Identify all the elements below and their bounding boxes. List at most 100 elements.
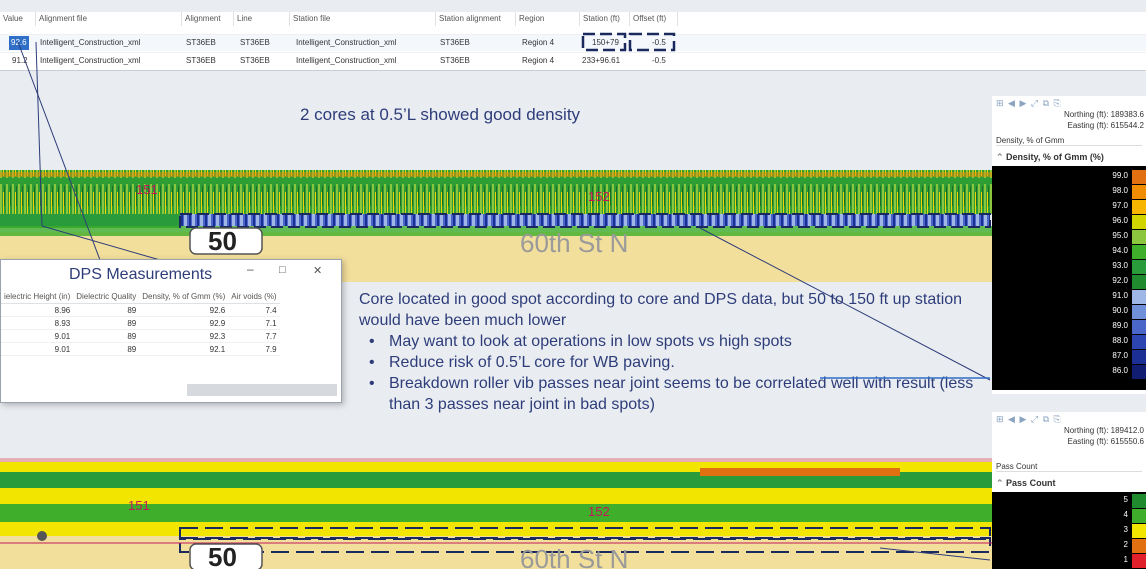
- alignment-file-cell[interactable]: Intelligent_Construction_xml: [40, 54, 141, 68]
- legend-label: 90.0: [1112, 306, 1128, 315]
- legend-item: 94.0: [992, 245, 1146, 259]
- legend-title[interactable]: ⌃ Density, % of Gmm (%): [996, 152, 1104, 163]
- region-cell[interactable]: Region 4: [522, 54, 554, 68]
- station-label: 151: [128, 498, 150, 513]
- col-region[interactable]: Region: [516, 12, 580, 26]
- minimize-button[interactable]: –: [247, 262, 254, 276]
- legend-item: 92.0: [992, 275, 1146, 289]
- legend-label: 96.0: [1112, 216, 1128, 225]
- station-file-cell[interactable]: Intelligent_Construction_xml: [296, 54, 397, 68]
- legend-label: 86.0: [1112, 366, 1128, 375]
- legend-item: 5: [992, 494, 1146, 508]
- legend-swatch: [1132, 245, 1146, 259]
- alignment-cell[interactable]: ST36EB: [186, 36, 216, 50]
- col-offset[interactable]: Offset (ft): [630, 12, 678, 26]
- dps-measurements-window[interactable]: DPS Measurements – □ ✕ ielectric Height …: [0, 259, 342, 403]
- legend-swatch: [1132, 260, 1146, 274]
- legend-label: 1: [1123, 555, 1128, 564]
- table-row[interactable]: 8.93 89 92.9 7.1: [1, 316, 280, 330]
- legend-label: 4: [1123, 510, 1128, 519]
- collapse-icon[interactable]: ⌃: [996, 152, 1006, 162]
- alignment-cell[interactable]: ST36EB: [186, 54, 216, 68]
- legend-label: 95.0: [1112, 231, 1128, 240]
- annotation-box: Core located in good spot according to c…: [355, 287, 983, 417]
- legend-ramp: 5 4 3 2 1: [992, 492, 1146, 569]
- window-title: DPS Measurements: [69, 266, 213, 283]
- toolbar-icons[interactable]: ⊞ ◀ ▶ ⤢ ⧉ ⎘: [996, 414, 1062, 425]
- legend-swatch: [1132, 230, 1146, 244]
- legend-swatch: [1132, 509, 1146, 523]
- value-cell[interactable]: 92.6: [9, 36, 29, 50]
- legend-item: 96.0: [992, 215, 1146, 229]
- highlight-box: [581, 32, 676, 52]
- annotation-bullet: • Breakdown roller vib passes near joint …: [369, 375, 974, 413]
- legend-item: 89.0: [992, 320, 1146, 334]
- collapse-icon[interactable]: ⌃: [996, 478, 1006, 488]
- col-station[interactable]: Station (ft): [580, 12, 630, 26]
- annotation-bullet: • Reduce risk of 0.5’L core for WB paving…: [369, 354, 675, 371]
- col-alignment-file[interactable]: Alignment file: [36, 12, 182, 26]
- table-row[interactable]: 9.01 89 92.3 7.7: [1, 329, 280, 343]
- easting-readout: Easting (ft): 615550.6: [1067, 437, 1145, 446]
- legend-item: 99.0: [992, 170, 1146, 184]
- legend-item: 1: [992, 554, 1146, 568]
- legend-label: 3: [1123, 525, 1128, 534]
- legend-swatch: [1132, 275, 1146, 289]
- legend-label: 5: [1123, 495, 1128, 504]
- pass-count-legend-panel: ⊞ ◀ ▶ ⤢ ⧉ ⎘ Northing (ft): 189412.0 East…: [992, 412, 1146, 569]
- legend-swatch: [1132, 494, 1146, 508]
- col-air-voids[interactable]: Air voids (%): [228, 290, 280, 304]
- station-alignment-cell[interactable]: ST36EB: [440, 36, 470, 50]
- value-cell[interactable]: 91.2: [12, 54, 28, 68]
- layer-dropdown[interactable]: Pass Count: [996, 462, 1142, 472]
- maximize-button[interactable]: □: [279, 264, 286, 276]
- table-row[interactable]: 8.96 89 92.6 7.4: [1, 303, 280, 317]
- layer-dropdown[interactable]: Density, % of Gmm: [996, 136, 1142, 146]
- horizontal-scrollbar[interactable]: [187, 384, 337, 396]
- col-station-alignment[interactable]: Station alignment: [436, 12, 516, 26]
- col-line[interactable]: Line: [234, 12, 290, 26]
- legend-item: 88.0: [992, 335, 1146, 349]
- col-station-file[interactable]: Station file: [290, 12, 436, 26]
- close-button[interactable]: ✕: [313, 264, 322, 277]
- table-row[interactable]: 91.2 Intelligent_Construction_xml ST36EB…: [0, 52, 1146, 69]
- legend-item: 97.0: [992, 200, 1146, 214]
- station-label: 152: [588, 189, 610, 204]
- legend-swatch: [1132, 320, 1146, 334]
- station-label: 152: [588, 504, 610, 519]
- legend-item: 3: [992, 524, 1146, 538]
- legend-label: 98.0: [1112, 186, 1128, 195]
- legend-swatch: [1132, 185, 1146, 199]
- line-cell[interactable]: ST36EB: [240, 54, 270, 68]
- legend-item: 95.0: [992, 230, 1146, 244]
- station-file-cell[interactable]: Intelligent_Construction_xml: [296, 36, 397, 50]
- legend-item: 90.0: [992, 305, 1146, 319]
- legend-label: 94.0: [1112, 246, 1128, 255]
- col-dielectric-height[interactable]: ielectric Height (in): [1, 290, 74, 304]
- measurements-grid: Value Alignment file Alignment Line Stat…: [0, 12, 1146, 71]
- legend-swatch: [1132, 350, 1146, 364]
- alignment-file-cell[interactable]: Intelligent_Construction_xml: [40, 36, 141, 50]
- annotation-bullet: • May want to look at operations in low s…: [369, 333, 792, 350]
- line-cell[interactable]: ST36EB: [240, 36, 270, 50]
- legend-swatch: [1132, 335, 1146, 349]
- dps-table: ielectric Height (in) Dielectric Quality…: [1, 290, 280, 356]
- legend-title[interactable]: ⌃ Pass Count: [996, 478, 1056, 489]
- legend-item: 93.0: [992, 260, 1146, 274]
- region-cell[interactable]: Region 4: [522, 36, 554, 50]
- pass-count-map[interactable]: 151 152 50 60th St N: [0, 410, 992, 569]
- col-alignment[interactable]: Alignment: [182, 12, 234, 26]
- legend-item: 87.0: [992, 350, 1146, 364]
- headline: 2 cores at 0.5’L showed good density: [300, 105, 581, 124]
- table-row[interactable]: 92.6 Intelligent_Construction_xml ST36EB…: [0, 34, 1146, 51]
- legend-label: 88.0: [1112, 336, 1128, 345]
- table-row[interactable]: 9.01 89 92.1 7.9: [1, 342, 280, 356]
- station-alignment-cell[interactable]: ST36EB: [440, 54, 470, 68]
- toolbar-icons[interactable]: ⊞ ◀ ▶ ⤢ ⧉ ⎘: [996, 98, 1062, 109]
- annotation-intro: Core located in good spot according to c…: [359, 291, 963, 329]
- col-density[interactable]: Density, % of Gmm (%): [139, 290, 229, 304]
- col-dielectric-quality[interactable]: Dielectric Quality: [73, 290, 140, 304]
- density-map[interactable]: 2 cores at 0.5’L showed good density 151…: [0, 92, 992, 282]
- col-value[interactable]: Value: [0, 12, 36, 26]
- legend-swatch: [1132, 539, 1146, 553]
